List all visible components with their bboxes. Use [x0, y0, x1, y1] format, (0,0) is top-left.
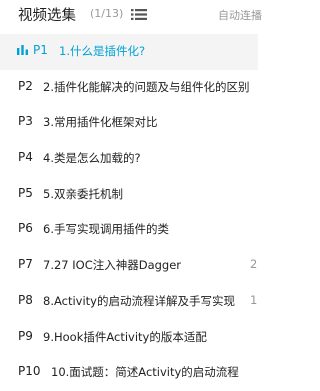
episode-title: 1.什么是插件化?: [59, 44, 146, 58]
episode-number: P7: [18, 257, 33, 272]
episode-item-p1[interactable]: P1 1.什么是插件化?: [0, 34, 258, 70]
episode-title: 3.常用插件化框架对比: [43, 115, 158, 130]
episode-title: 5.双亲委托机制: [43, 186, 123, 201]
episode-number: P4: [18, 150, 33, 165]
episode-item-p8[interactable]: P8 8.Activity的启动流程详解及手写实现 1:: [0, 284, 258, 320]
episode-title: 8.Activity的启动流程详解及手写实现: [43, 293, 235, 308]
episode-item-p10[interactable]: P10 10.面试题：简述Activity的启动流程: [0, 355, 258, 391]
playlist-header: 视频选集 (1/13) 自动连播: [0, 0, 262, 28]
episode-duration: 2:: [250, 257, 258, 272]
episode-item-p9[interactable]: P9 9.Hook插件Activity的版本适配: [0, 320, 258, 356]
playing-bars-icon: [17, 45, 28, 55]
episode-item-p4[interactable]: P4 4.类是怎么加载的?: [0, 141, 258, 177]
episode-item-p5[interactable]: P5 5.双亲委托机制: [0, 177, 258, 213]
playlist-count: (1/13): [90, 7, 124, 20]
episode-title: 7.27 IOC注入神器Dagger: [43, 258, 182, 273]
episode-number: P3: [18, 114, 33, 129]
episode-list: P1 1.什么是插件化? P2 2.插件化能解决的问题及与组件化的区别 P3 3…: [0, 34, 258, 391]
episode-item-p2[interactable]: P2 2.插件化能解决的问题及与组件化的区别: [0, 70, 258, 106]
autoplay-toggle[interactable]: 自动连播: [218, 7, 262, 23]
episode-number: P6: [18, 221, 33, 236]
episode-title: 4.类是怎么加载的?: [43, 151, 141, 166]
episode-title: 6.手写实现调用插件的类: [43, 222, 169, 237]
playlist-title: 视频选集: [18, 8, 76, 24]
episode-item-p6[interactable]: P6 6.手写实现调用插件的类: [0, 212, 258, 248]
episode-number: P9: [18, 328, 33, 343]
list-icon[interactable]: [131, 8, 147, 21]
episode-title: 9.Hook插件Activity的版本适配: [43, 329, 207, 344]
episode-duration: 1:: [250, 292, 258, 307]
episode-number: P2: [18, 78, 33, 93]
episode-number: P10: [18, 364, 41, 379]
episode-number: P1: [33, 43, 48, 57]
episode-number: P5: [18, 185, 33, 200]
episode-item-p7[interactable]: P7 7.27 IOC注入神器Dagger 2:: [0, 248, 258, 284]
episode-number: P8: [18, 292, 33, 307]
episode-title: 2.插件化能解决的问题及与组件化的区别: [43, 79, 250, 94]
episode-item-p3[interactable]: P3 3.常用插件化框架对比: [0, 105, 258, 141]
